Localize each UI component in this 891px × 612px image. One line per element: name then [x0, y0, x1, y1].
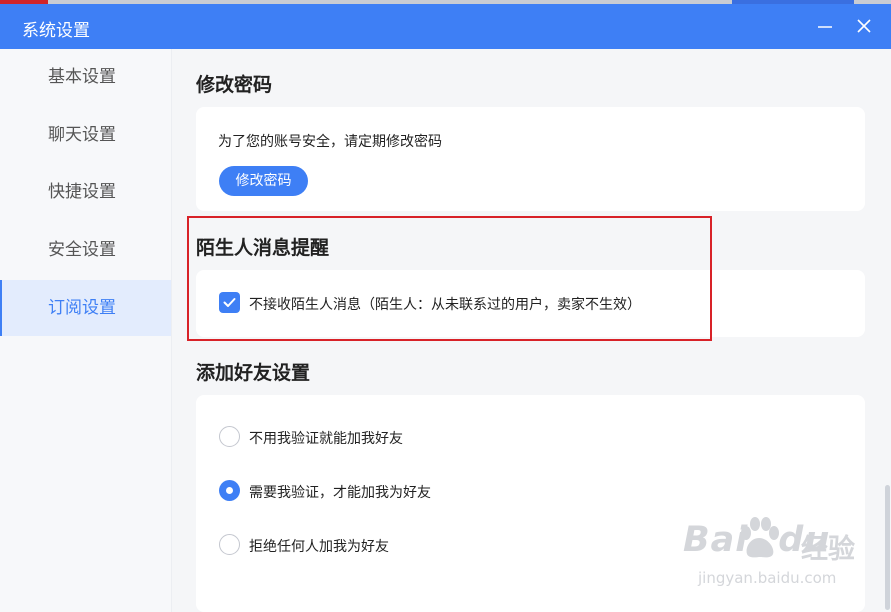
close-icon: [857, 19, 871, 33]
stranger-message-label: 不接收陌生人消息（陌生人：从未联系过的用户，卖家不生效）: [249, 297, 641, 313]
minimize-button[interactable]: [808, 10, 842, 44]
sidebar-item-label: 订阅设置: [48, 298, 116, 318]
friend-option-label: 拒绝任何人加我为好友: [249, 539, 389, 555]
sidebar-item-basic[interactable]: 基本设置: [0, 49, 171, 105]
sidebar-item-security[interactable]: 安全设置: [0, 222, 171, 278]
friend-option-label: 不用我验证就能加我好友: [249, 431, 403, 447]
settings-content: 修改密码 为了您的账号安全，请定期修改密码 修改密码 陌生人消息提醒 不接收陌生…: [172, 49, 891, 612]
scrollbar[interactable]: [885, 485, 890, 610]
friend-card: 不用我验证就能加我好友 需要我验证，才能加我为好友 拒绝任何人加我为好友: [196, 395, 865, 612]
sidebar: 基本设置 聊天设置 快捷设置 安全设置 订阅设置: [0, 49, 172, 612]
close-button[interactable]: [847, 10, 881, 44]
password-section-title: 修改密码: [196, 74, 273, 96]
friend-section-title: 添加好友设置: [196, 362, 311, 384]
friend-option-label: 需要我验证，才能加我为好友: [249, 485, 431, 501]
sidebar-item-label: 聊天设置: [48, 125, 116, 145]
sidebar-item-label: 安全设置: [48, 240, 116, 260]
sidebar-item-subscription[interactable]: 订阅设置: [0, 280, 171, 336]
stranger-card: 不接收陌生人消息（陌生人：从未联系过的用户，卖家不生效）: [196, 270, 865, 337]
stranger-message-checkbox[interactable]: [219, 292, 240, 313]
checkmark-icon: [223, 298, 236, 307]
sidebar-item-label: 快捷设置: [48, 182, 116, 202]
minimize-icon: [818, 26, 832, 28]
friend-option-radio[interactable]: [219, 426, 240, 447]
sidebar-item-chat[interactable]: 聊天设置: [0, 107, 171, 163]
sidebar-item-shortcuts[interactable]: 快捷设置: [0, 164, 171, 220]
stranger-section-title: 陌生人消息提醒: [196, 237, 330, 259]
password-description: 为了您的账号安全，请定期修改密码: [218, 134, 442, 150]
password-card: 为了您的账号安全，请定期修改密码 修改密码: [196, 107, 865, 211]
friend-option-radio[interactable]: [219, 534, 240, 555]
title-bar: 系统设置: [0, 4, 891, 49]
window-title: 系统设置: [22, 21, 90, 41]
friend-option-radio[interactable]: [219, 480, 240, 501]
change-password-button[interactable]: 修改密码: [219, 166, 308, 196]
sidebar-item-label: 基本设置: [48, 67, 116, 87]
